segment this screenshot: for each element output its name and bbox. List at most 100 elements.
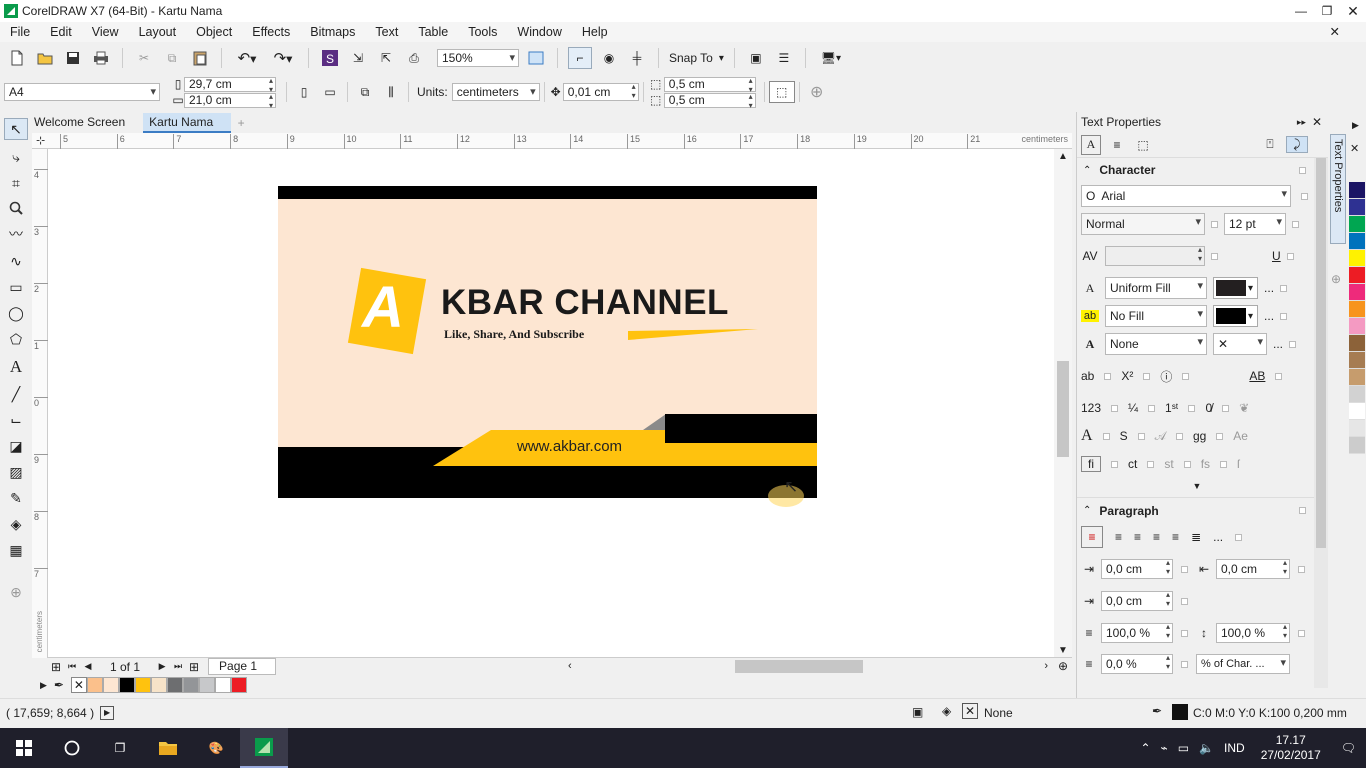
no-align-icon[interactable]: ≡ — [1081, 526, 1103, 548]
menu-window[interactable]: Window — [517, 25, 561, 39]
fill-color-picker[interactable]: ▾ — [1213, 277, 1259, 299]
print-icon[interactable] — [90, 51, 112, 65]
fill-more-button[interactable]: ... — [1264, 281, 1274, 295]
stylistic-alt-icon[interactable]: 𝒜 — [1155, 429, 1166, 444]
zoom-fit-icon[interactable] — [525, 51, 547, 65]
fill-type-dropdown[interactable]: Uniform Fill — [1105, 277, 1207, 299]
add-docker-icon[interactable]: ⊕ — [1331, 272, 1341, 286]
palette-color-swatch[interactable] — [1349, 301, 1365, 318]
cut-icon[interactable]: ✂ — [133, 51, 155, 65]
background-fill-dropdown[interactable]: No Fill — [1105, 305, 1207, 327]
color-swatch[interactable] — [182, 677, 199, 693]
menu-effects[interactable]: Effects — [252, 25, 290, 39]
snap-to-dropdown[interactable]: Snap To ▾ — [669, 51, 724, 65]
rectangle-tool-icon[interactable]: ▭ — [9, 279, 22, 296]
palette-color-swatch[interactable] — [1349, 267, 1365, 284]
historical-lig-icon[interactable]: st — [1164, 457, 1173, 471]
superscript-icon[interactable]: X² — [1121, 369, 1133, 383]
swash-icon[interactable]: A — [1081, 427, 1093, 445]
paragraph-mode-icon[interactable]: ≡ — [1107, 138, 1127, 152]
quick-customize-icon[interactable]: ⊕ — [804, 82, 830, 102]
long-s-icon[interactable]: ſ — [1237, 457, 1240, 471]
collapse-paragraph-icon[interactable]: ⌃ — [1083, 505, 1091, 516]
palette-color-swatch[interactable] — [1349, 199, 1365, 216]
coreldraw-taskbar-icon[interactable] — [240, 728, 288, 768]
polygon-tool-icon[interactable]: ⬠ — [10, 331, 22, 348]
color-swatch[interactable] — [166, 677, 183, 693]
fractions-icon[interactable]: ¼ — [1128, 401, 1138, 415]
first-page-icon[interactable]: ⏮ — [64, 661, 80, 672]
ordinal-icon[interactable]: ⓘ — [1160, 368, 1172, 385]
duplicate-x-input[interactable]: 0,5 cm — [663, 76, 756, 94]
copy-icon[interactable]: ⧉ — [161, 51, 183, 66]
palette-color-swatch[interactable] — [1349, 284, 1365, 301]
task-view-icon[interactable]: ❐ — [96, 728, 144, 768]
crop-tool-icon[interactable]: ⌗ — [12, 175, 20, 192]
font-size-dropdown[interactable]: 12 pt — [1224, 213, 1286, 235]
paragraph-section-header[interactable]: ⌃ Paragraph — [1077, 497, 1328, 523]
menu-file[interactable]: File — [10, 25, 30, 39]
stylistic-set-icon[interactable]: S — [1120, 429, 1128, 443]
freehand-tool-icon[interactable]: 〰 — [9, 224, 23, 244]
outline-width-dropdown[interactable]: None — [1105, 333, 1207, 355]
business-card[interactable]: www.akbar.com A KBAR CHANNEL Like, Share… — [278, 186, 817, 498]
color-swatch[interactable] — [150, 677, 167, 693]
close-icon[interactable]: ✕ — [1340, 0, 1366, 22]
fill-color-status-icon[interactable]: ▣ — [912, 705, 923, 719]
palette-flyout-icon[interactable]: ▶ — [40, 680, 47, 691]
tab-kartu-nama[interactable]: Kartu Nama — [143, 113, 232, 133]
page-height-input[interactable]: 21,0 cm — [184, 92, 276, 110]
ellipse-tool-icon[interactable]: ◯ — [8, 305, 24, 322]
ordinals-icon[interactable]: 1ˢᵗ — [1165, 401, 1178, 415]
clock[interactable]: 17.17 27/02/2017 — [1261, 733, 1321, 763]
duplicate-y-input[interactable]: 0,5 cm — [663, 92, 756, 110]
text-tool-icon[interactable]: A — [10, 357, 22, 377]
kerning-input[interactable] — [1105, 245, 1205, 266]
docker-options-icon[interactable]: ⤸ — [1286, 136, 1308, 153]
docker-close-icon[interactable]: ✕ — [1330, 24, 1340, 39]
palette-color-swatch[interactable] — [1349, 420, 1365, 437]
language-indicator[interactable]: IND — [1224, 741, 1245, 755]
vertical-scroll-thumb[interactable] — [1057, 361, 1069, 457]
expand-character-icon[interactable]: ▼ — [1081, 479, 1313, 493]
no-color-swatch-icon[interactable]: ✕ — [1350, 142, 1359, 155]
zoom-tool-icon[interactable] — [9, 201, 23, 215]
tab-welcome-screen[interactable]: Welcome Screen — [32, 113, 143, 133]
parallel-dimension-icon[interactable]: ╱ — [12, 386, 20, 403]
battery-icon[interactable]: ▭ — [1178, 741, 1189, 755]
contextual-alt-icon[interactable]: gg — [1193, 429, 1206, 443]
pick-tool-icon[interactable]: ↖ — [4, 118, 28, 140]
page-width-input[interactable]: 29,7 cm — [184, 76, 276, 94]
outline-color-dropdown[interactable]: ✕ — [1213, 333, 1267, 355]
color-swatch[interactable] — [230, 677, 247, 693]
new-document-icon[interactable] — [6, 50, 28, 66]
palette-color-swatch[interactable] — [1349, 386, 1365, 403]
search-content-icon[interactable]: S — [319, 50, 341, 66]
smart-fill-icon[interactable]: ▦ — [9, 542, 22, 559]
volume-icon[interactable]: 🔈 — [1199, 741, 1214, 755]
align-left-icon[interactable]: ≡ — [1115, 530, 1122, 544]
show-rulers-icon[interactable]: ⌐ — [568, 47, 592, 69]
next-page-icon[interactable]: ▶ — [154, 661, 170, 672]
slashed-zero-icon[interactable]: 0̸ — [1205, 401, 1212, 415]
color-swatch[interactable] — [198, 677, 215, 693]
drop-shadow-icon[interactable]: ◪ — [9, 438, 22, 455]
palette-eyedropper-icon[interactable]: ✒ — [51, 678, 67, 692]
menu-tools[interactable]: Tools — [468, 25, 497, 39]
font-style-dropdown[interactable]: Normal — [1081, 213, 1205, 235]
background-more-button[interactable]: ... — [1264, 309, 1274, 323]
palette-color-swatch[interactable] — [1349, 250, 1365, 267]
current-page-icon[interactable]: ⫼ — [378, 85, 404, 100]
background-color-picker[interactable]: ▾ — [1213, 305, 1259, 327]
color-swatch[interactable] — [118, 677, 135, 693]
interactive-fill-icon[interactable]: ◈ — [11, 516, 22, 533]
transparency-tool-icon[interactable]: ▨ — [9, 464, 22, 481]
palette-color-swatch[interactable] — [1349, 403, 1365, 420]
before-paragraph-input[interactable]: 0,0 % — [1101, 653, 1173, 674]
menu-help[interactable]: Help — [582, 25, 608, 39]
options-icon[interactable]: ☰ — [773, 51, 795, 65]
navigator-zoom-icon[interactable]: ⊕ — [1058, 659, 1068, 673]
nudge-distance-input[interactable]: 0,01 cm — [562, 82, 639, 101]
collapse-character-icon[interactable]: ⌃ — [1083, 165, 1091, 176]
scroll-left-icon[interactable]: ‹ — [568, 660, 572, 672]
